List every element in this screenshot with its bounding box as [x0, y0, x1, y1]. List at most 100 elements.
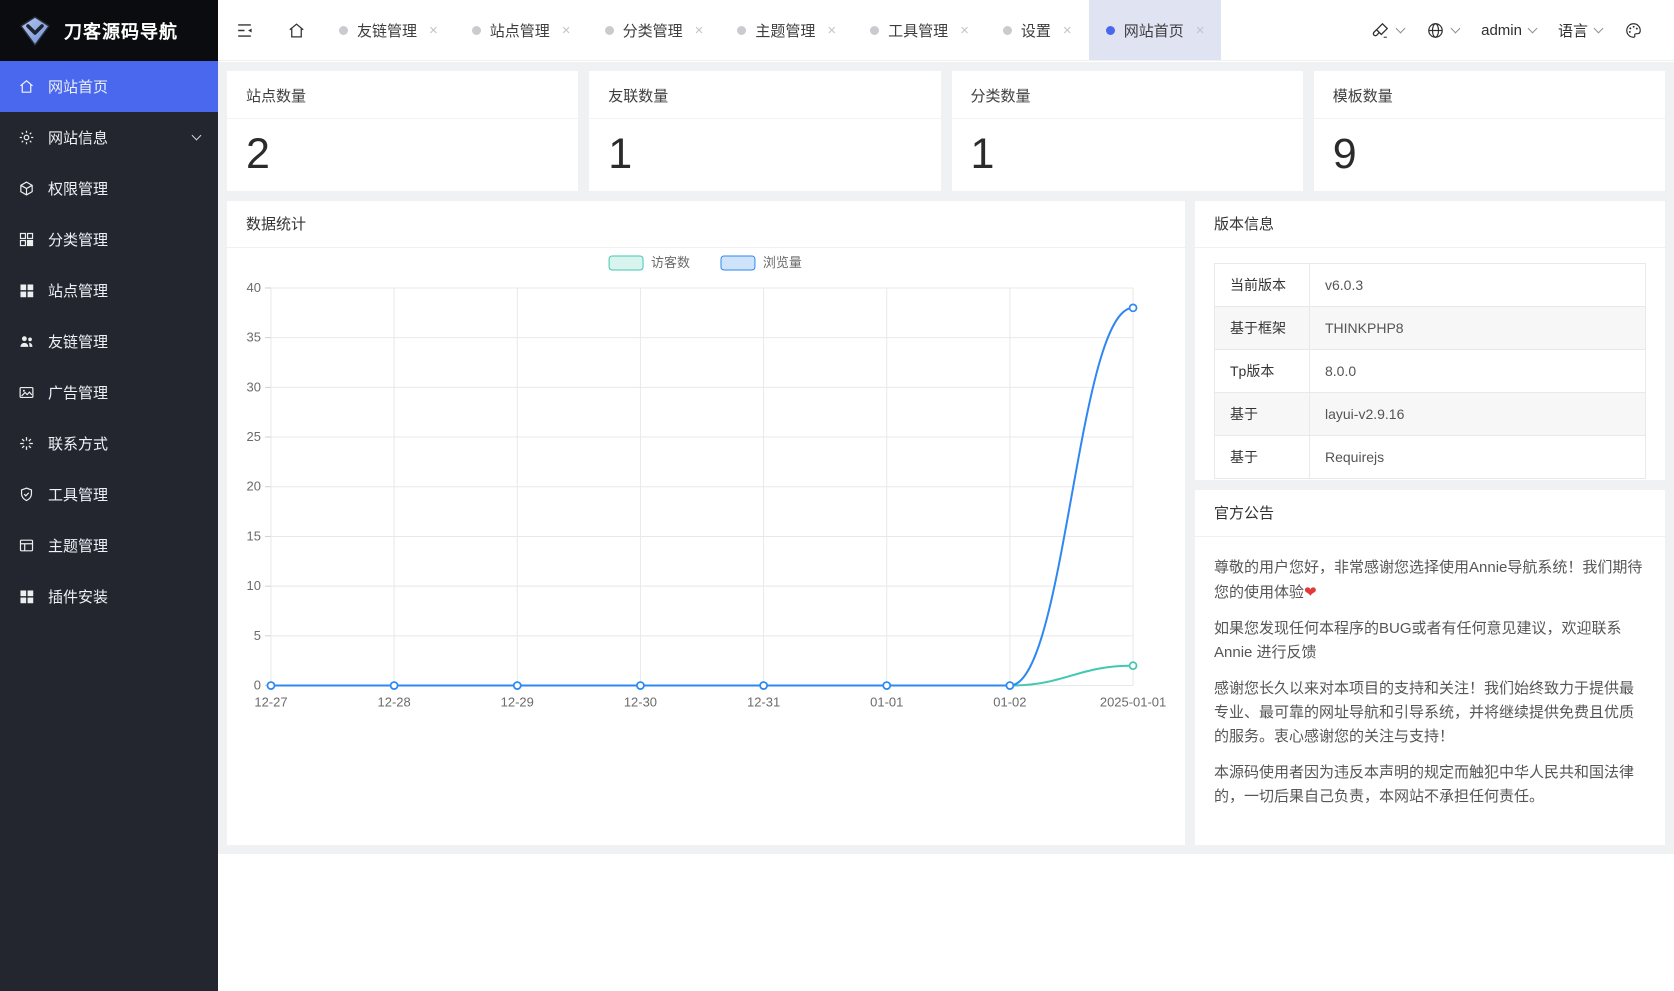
app-title: 刀客源码导航: [64, 18, 178, 44]
tab-status-dot: [472, 26, 481, 35]
chevron-down-icon: [1528, 23, 1538, 33]
close-icon[interactable]: ×: [429, 22, 438, 39]
sidebar-item-label: 联系方式: [48, 433, 200, 454]
language-menu[interactable]: 语言: [1551, 20, 1609, 41]
site-links-dropdown[interactable]: [1419, 21, 1466, 40]
tab-friend-links[interactable]: 友链管理 ×: [322, 0, 455, 60]
right-column: 版本信息 当前版本 v6.0.3 基于框架 THINKPHP8: [1195, 201, 1665, 845]
sidebar-item-themes[interactable]: 主题管理: [0, 520, 218, 571]
stat-value: 1: [952, 119, 1303, 190]
sidebar-item-plugins[interactable]: 插件安装: [0, 571, 218, 622]
svg-text:访客数: 访客数: [651, 255, 690, 270]
official-announcement-panel: 官方公告 尊敬的用户您好，非常感谢您选择使用Annie导航系统！我们期待您的使用…: [1195, 490, 1665, 845]
stat-card-sites: 站点数量 2: [227, 71, 578, 191]
home-button[interactable]: [270, 0, 322, 60]
svg-text:12-30: 12-30: [624, 695, 657, 710]
sidebar-item-label: 网站信息: [48, 127, 180, 148]
gear-icon: [18, 129, 35, 146]
user-menu[interactable]: admin: [1474, 22, 1543, 39]
language-label: 语言: [1558, 20, 1588, 41]
close-icon[interactable]: ×: [827, 22, 836, 39]
home-icon: [18, 78, 35, 95]
users-icon: [18, 333, 35, 350]
tab-tools[interactable]: 工具管理 ×: [853, 0, 986, 60]
close-icon[interactable]: ×: [960, 22, 969, 39]
stat-card-friend-links: 友联数量 1: [589, 71, 940, 191]
sidebar-item-label: 站点管理: [48, 280, 200, 301]
sidebar-item-permissions[interactable]: 权限管理: [0, 163, 218, 214]
app-window: 刀客源码导航 网站首页 网站信息 权限管理 分类管理 站点管理: [0, 0, 1674, 991]
sidebar: 刀客源码导航 网站首页 网站信息 权限管理 分类管理 站点管理: [0, 0, 218, 991]
brush-icon: [1371, 21, 1390, 40]
theme-button[interactable]: [1617, 21, 1650, 40]
sidebar-item-categories[interactable]: 分类管理: [0, 214, 218, 265]
data-statistics-chart: 051015202530354012-2712-2812-2912-3012-3…: [227, 248, 1185, 747]
table-row: 基于框架 THINKPHP8: [1215, 307, 1646, 350]
svg-text:01-02: 01-02: [993, 695, 1026, 710]
stat-label: 站点数量: [227, 71, 578, 119]
svg-text:01-01: 01-01: [870, 695, 903, 710]
stat-label: 分类数量: [952, 71, 1303, 119]
tab-website-home[interactable]: 网站首页 ×: [1089, 0, 1222, 60]
tab-categories[interactable]: 分类管理 ×: [588, 0, 721, 60]
data-statistics-panel: 数据统计 051015202530354012-2712-2812-2912-3…: [227, 201, 1185, 845]
svg-text:2025-01-01: 2025-01-01: [1100, 695, 1166, 710]
tab-settings[interactable]: 设置 ×: [986, 0, 1089, 60]
tab-label: 网站首页: [1124, 20, 1184, 41]
tab-bar: 友链管理 × 站点管理 × 分类管理 × 主题管理 × 工具管理 ×: [322, 0, 1221, 60]
panel-title: 官方公告: [1195, 490, 1665, 537]
tab-status-dot: [1003, 26, 1012, 35]
stat-value: 2: [227, 119, 578, 190]
clear-cache-dropdown[interactable]: [1364, 21, 1411, 40]
main-content: 站点数量 2 友联数量 1 分类数量 1 模板数量 9: [218, 62, 1674, 991]
version-row-value: layui-v2.9.16: [1310, 393, 1646, 436]
close-icon[interactable]: ×: [1063, 22, 1072, 39]
sidebar-item-contact[interactable]: 联系方式: [0, 418, 218, 469]
announcement-paragraph: 尊敬的用户您好，非常感谢您选择使用Annie导航系统！我们期待您的使用体验❤: [1214, 556, 1646, 605]
cube-icon: [18, 180, 35, 197]
version-info-panel: 版本信息 当前版本 v6.0.3 基于框架 THINKPHP8: [1195, 201, 1665, 480]
sidebar-item-label: 工具管理: [48, 484, 200, 505]
tab-label: 主题管理: [755, 20, 815, 41]
windows-icon: [18, 282, 35, 299]
main-row: 数据统计 051015202530354012-2712-2812-2912-3…: [227, 201, 1665, 845]
version-row-label: Tp版本: [1215, 350, 1310, 393]
announcement-paragraph: 如果您发现任何本程序的BUG或者有任何意见建议，欢迎联系 Annie 进行反馈: [1214, 617, 1646, 665]
version-row-label: 基于: [1215, 393, 1310, 436]
tab-label: 友链管理: [357, 20, 417, 41]
version-row-value: 8.0.0: [1310, 350, 1646, 393]
sidebar-item-tools[interactable]: 工具管理: [0, 469, 218, 520]
chevron-down-icon: [1451, 23, 1461, 33]
contact-icon: [18, 435, 35, 452]
app-logo: 刀客源码导航: [0, 0, 218, 61]
close-icon[interactable]: ×: [695, 22, 704, 39]
username: admin: [1481, 22, 1522, 39]
version-row-value: Requirejs: [1310, 436, 1646, 479]
sidebar-item-sites[interactable]: 站点管理: [0, 265, 218, 316]
svg-text:30: 30: [247, 379, 261, 394]
tab-sites[interactable]: 站点管理 ×: [455, 0, 588, 60]
header-right-actions: admin 语言: [1364, 0, 1674, 60]
sidebar-item-website-home[interactable]: 网站首页: [0, 61, 218, 112]
sidebar-item-friend-links[interactable]: 友链管理: [0, 316, 218, 367]
close-icon[interactable]: ×: [562, 22, 571, 39]
sidebar-item-label: 分类管理: [48, 229, 200, 250]
diamond-logo-icon: [18, 16, 52, 46]
version-table: 当前版本 v6.0.3 基于框架 THINKPHP8 Tp版本 8.0.0: [1214, 263, 1646, 479]
sidebar-item-ads[interactable]: 广告管理: [0, 367, 218, 418]
sidebar-item-label: 权限管理: [48, 178, 200, 199]
tab-status-dot: [339, 26, 348, 35]
collapse-sidebar-button[interactable]: [218, 0, 270, 60]
tab-themes[interactable]: 主题管理 ×: [720, 0, 853, 60]
layout-icon: [18, 537, 35, 554]
tab-label: 站点管理: [490, 20, 550, 41]
svg-text:12-29: 12-29: [501, 695, 534, 710]
version-row-label: 基于: [1215, 436, 1310, 479]
close-icon[interactable]: ×: [1196, 22, 1205, 39]
svg-text:15: 15: [247, 528, 261, 543]
sidebar-item-website-info[interactable]: 网站信息: [0, 112, 218, 163]
sidebar-menu: 网站首页 网站信息 权限管理 分类管理 站点管理 友链管理: [0, 61, 218, 622]
panel-title: 版本信息: [1195, 201, 1665, 248]
table-row: 基于 Requirejs: [1215, 436, 1646, 479]
version-row-label: 基于框架: [1215, 307, 1310, 350]
